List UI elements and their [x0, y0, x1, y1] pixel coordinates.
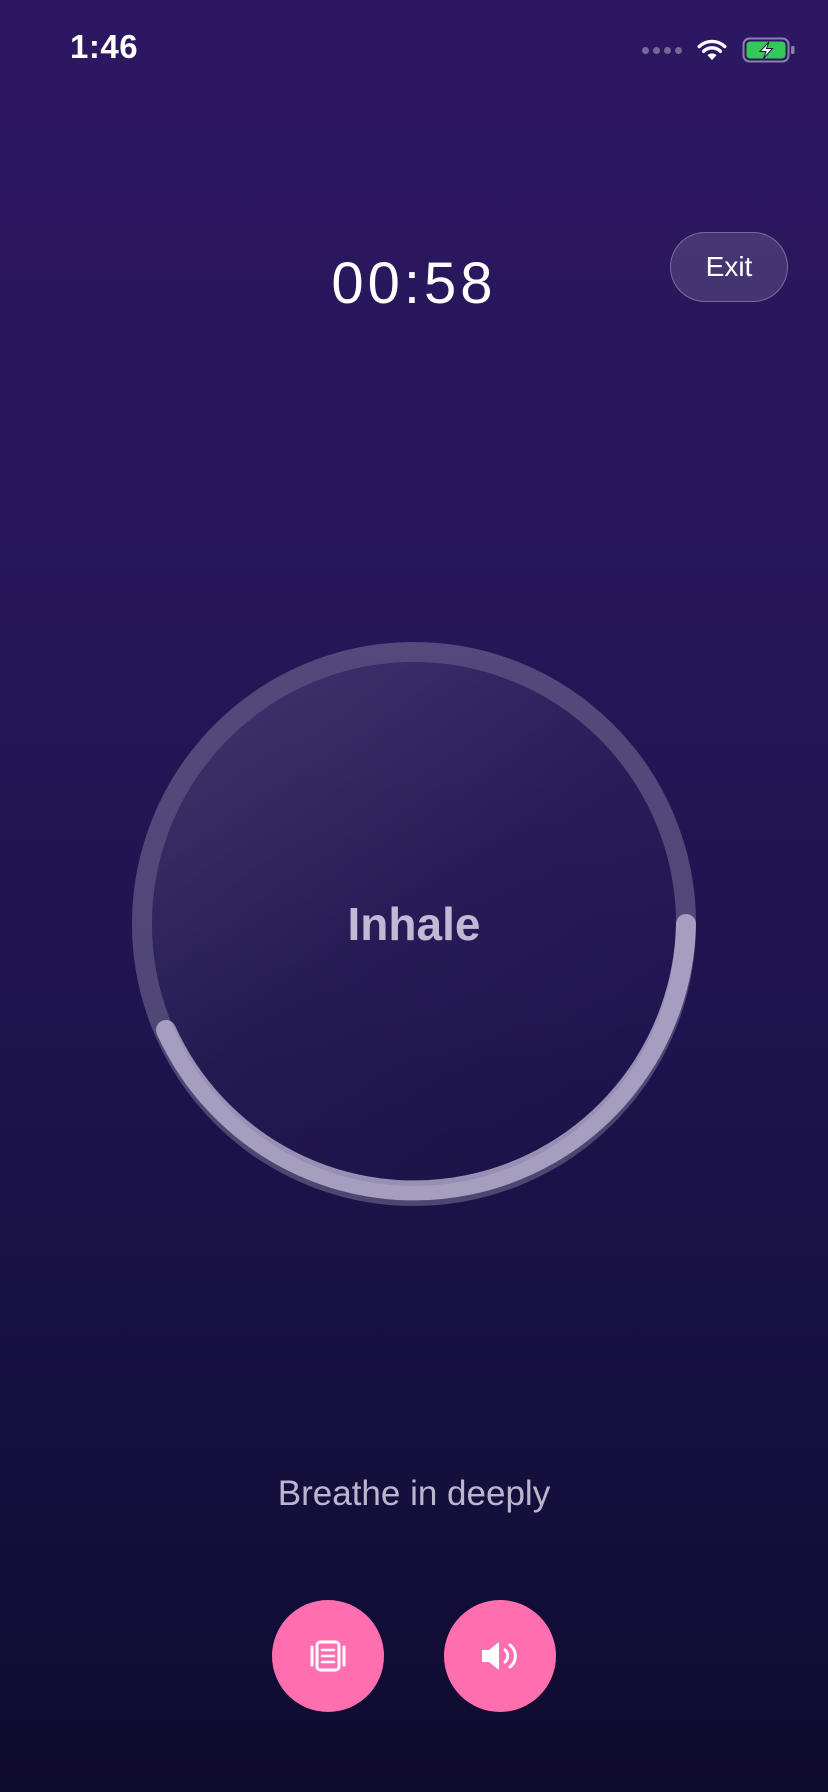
vibration-icon — [310, 1640, 346, 1672]
sound-toggle-button[interactable] — [444, 1600, 556, 1712]
cellular-signal-icon — [642, 46, 682, 54]
breathing-circle: Inhale — [131, 641, 697, 1207]
vibrate-toggle-button[interactable] — [272, 1600, 384, 1712]
speaker-icon — [482, 1642, 517, 1670]
exit-button[interactable]: Exit — [670, 232, 788, 302]
wifi-icon — [697, 39, 727, 60]
status-time: 1:46 — [70, 28, 139, 65]
breath-phase-label: Inhale — [347, 898, 481, 950]
breath-instruction: Breathe in deeply — [277, 1474, 551, 1513]
breathing-screen: 1:46 00:58 Exit Inhale Breathe in deeply — [0, 0, 828, 1792]
battery-charging-icon — [742, 37, 795, 63]
status-indicators — [642, 34, 796, 66]
